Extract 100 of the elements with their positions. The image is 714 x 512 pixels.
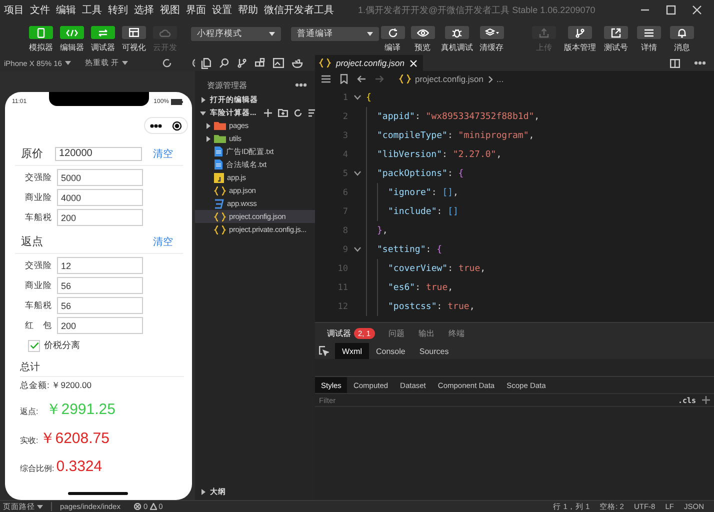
more-icon (295, 83, 307, 87)
field-label: 商业险 (25, 280, 53, 292)
refresh-icon (388, 28, 398, 38)
code-line: { (366, 92, 372, 102)
toolbar-button[interactable]: 编辑器 (58, 26, 86, 53)
menu-item[interactable]: 转到 (108, 3, 128, 17)
back-arrow-icon (357, 75, 366, 83)
toolbar-button[interactable]: 真机调试 (439, 26, 475, 53)
toolbar-button[interactable]: 模拟器 (27, 26, 55, 53)
toolbar-button[interactable]: 调试器 (89, 26, 117, 53)
breadcrumb-item[interactable]: project.config.json (415, 74, 484, 84)
search-icon (219, 58, 229, 68)
input-field[interactable]: 200 (57, 317, 143, 334)
code-line: "packOptions": { (377, 168, 464, 178)
devtools-tab[interactable]: 输出 (418, 328, 435, 338)
branch-icon (237, 58, 247, 68)
js-file-icon (214, 172, 224, 182)
window-title: 1.偶开发者开开发@开微信开发者工具 Stable 1.06.2209070 (358, 4, 596, 16)
toolbar-button[interactable]: 编译 (379, 26, 406, 53)
bug-icon (452, 28, 462, 38)
forward-arrow-icon (375, 75, 384, 83)
menu-item[interactable]: 编辑 (56, 3, 76, 17)
maximize-icon (666, 5, 676, 15)
result-label: 返点: (20, 406, 38, 417)
menu-item[interactable]: 界面 (186, 3, 206, 17)
result-value: ￥2991.25 (46, 400, 116, 419)
toolbar-button[interactable]: 消息 (668, 26, 696, 53)
toolbar-button[interactable]: 预览 (409, 26, 436, 53)
panel-tab[interactable]: Console (369, 343, 412, 359)
menu-item[interactable]: 工具 (82, 3, 102, 17)
braces-icon (214, 224, 226, 234)
code-line: "compileType": "miniprogram", (377, 130, 534, 140)
phone-icon (37, 28, 45, 38)
line-number: 10 (336, 264, 348, 274)
total-amount: 总金额: ￥9200.00 (20, 380, 92, 392)
caret-icon (64, 61, 71, 65)
code-line: }, (377, 226, 388, 236)
line-number: 4 (342, 150, 348, 160)
clear-link[interactable]: 清空 (153, 234, 173, 248)
code-line: "coverView": true, (388, 264, 486, 274)
list-icon (321, 75, 331, 83)
braces-icon (214, 186, 226, 196)
devtools-tab[interactable]: 终端 (448, 328, 465, 338)
code-line: "postcss": true, (388, 302, 475, 312)
toolbar-button[interactable]: 测试号 (602, 26, 630, 53)
menu-item[interactable]: 文件 (30, 3, 50, 17)
branch-icon (575, 28, 585, 38)
input-field[interactable]: 4000 (57, 189, 143, 206)
mode-dropdown[interactable]: 小程序模式 (191, 27, 281, 41)
inspect-icon (319, 346, 329, 356)
external-link-icon (611, 28, 621, 38)
rotate-icon (162, 58, 172, 68)
menu-item[interactable]: 选择 (134, 3, 154, 17)
warning-icon (150, 503, 157, 510)
line-number: 5 (342, 168, 348, 178)
more-icon (694, 61, 706, 65)
plus-icon (702, 396, 710, 404)
line-number: 3 (342, 130, 348, 140)
swap-arrows-icon (98, 28, 108, 36)
input-field[interactable]: 12 (57, 257, 143, 274)
bell-icon (677, 28, 687, 38)
fold-chevron-icon[interactable] (354, 247, 360, 252)
caret-icon (269, 32, 275, 36)
input-field[interactable]: 5000 (57, 169, 143, 186)
line-number: 9 (342, 244, 348, 254)
editor-tab[interactable]: project.config.json (315, 55, 423, 71)
toolbar-button[interactable]: 详情 (635, 26, 663, 53)
input-field[interactable]: 56 (57, 297, 143, 314)
menu-item[interactable]: 微信开发者工具 (264, 3, 334, 17)
compile-dropdown[interactable]: 普通编译 (291, 27, 379, 41)
input-field[interactable]: 120000 (55, 146, 142, 160)
upload-icon (539, 28, 549, 38)
section-title: 原价 (21, 147, 44, 161)
toolbar-button[interactable]: 清缓存 (478, 26, 505, 53)
menu-item[interactable]: 视图 (160, 3, 180, 17)
menu-item[interactable]: 项目 (4, 3, 24, 17)
menu-item[interactable]: 设置 (212, 3, 232, 17)
section-title: 返点 (21, 234, 44, 249)
fold-chevron-icon[interactable] (354, 95, 360, 100)
input-field[interactable]: 200 (57, 209, 143, 226)
result-label: 综合比例: (20, 463, 54, 474)
code-line: "es6": true, (388, 282, 454, 292)
panel-tab[interactable]: Wxml (335, 343, 369, 359)
clear-link[interactable]: 清空 (153, 146, 173, 160)
menu-item[interactable]: 帮助 (238, 3, 258, 17)
capsule-menu[interactable] (144, 117, 188, 134)
code-line: "setting": { (377, 244, 442, 254)
input-field[interactable]: 56 (57, 277, 143, 294)
toolbar-button[interactable]: 可视化 (120, 26, 148, 53)
checkbox[interactable] (28, 340, 40, 352)
css-file-icon (214, 198, 224, 208)
fold-chevron-icon[interactable] (354, 171, 360, 176)
line-number: 1 (342, 92, 348, 102)
panel-tab[interactable]: Sources (412, 343, 456, 359)
devtools-tab[interactable]: 问题 (388, 328, 405, 338)
field-label: 车船税 (25, 300, 53, 312)
breadcrumb-item[interactable]: ... (496, 74, 504, 84)
image-icon (273, 58, 284, 68)
field-label: 商业险 (25, 192, 53, 204)
toolbar-button[interactable]: 版本管理 (563, 26, 597, 53)
